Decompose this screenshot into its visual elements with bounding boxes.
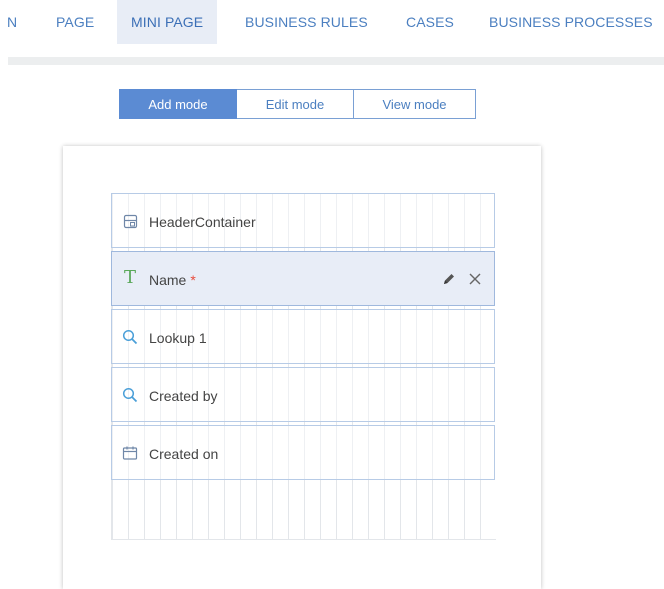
required-mark: * (190, 272, 196, 288)
layout-row-name[interactable]: T Name * (111, 251, 495, 306)
lookup-search-icon (122, 329, 138, 345)
layout-row-created-by[interactable]: Created by (111, 367, 495, 422)
layout-row-created-on[interactable]: Created on (111, 425, 495, 480)
close-icon[interactable] (466, 270, 484, 288)
layout-row-lookup-1[interactable]: Lookup 1 (111, 309, 495, 364)
layout-row-header-container[interactable]: HeaderContainer (111, 193, 495, 248)
row-label: Lookup 1 (149, 330, 207, 346)
text-field-icon: T (123, 267, 136, 288)
row-label: Name * (149, 252, 196, 307)
tab-n[interactable]: N (7, 0, 17, 44)
view-mode-button[interactable]: View mode (354, 89, 476, 119)
container-icon (122, 213, 138, 229)
name-label: Name (149, 272, 187, 288)
row-tools (432, 269, 484, 289)
calendar-icon (122, 445, 138, 461)
tab-business-processes[interactable]: BUSINESS PROCESSES (489, 0, 653, 44)
add-mode-button[interactable]: Add mode (119, 89, 237, 119)
designer-tabs: N PAGE MINI PAGE BUSINESS RULES CASES BU… (0, 0, 664, 44)
row-label: Created by (149, 388, 218, 404)
row-label: HeaderContainer (149, 214, 256, 230)
mode-switch: Add mode Edit mode View mode (119, 89, 476, 119)
tab-business-rules[interactable]: BUSINESS RULES (245, 0, 368, 44)
tab-page[interactable]: PAGE (56, 0, 94, 44)
row-label: Created on (149, 446, 219, 462)
tabs-divider (8, 57, 664, 65)
tab-cases[interactable]: CASES (406, 0, 454, 44)
pencil-icon[interactable] (440, 270, 458, 288)
mini-page-canvas: HeaderContainer T Name * Lookup 1 Create… (63, 146, 541, 589)
tab-mini-page[interactable]: MINI PAGE (117, 0, 218, 44)
lookup-search-icon (122, 387, 138, 403)
edit-mode-button[interactable]: Edit mode (237, 89, 354, 119)
